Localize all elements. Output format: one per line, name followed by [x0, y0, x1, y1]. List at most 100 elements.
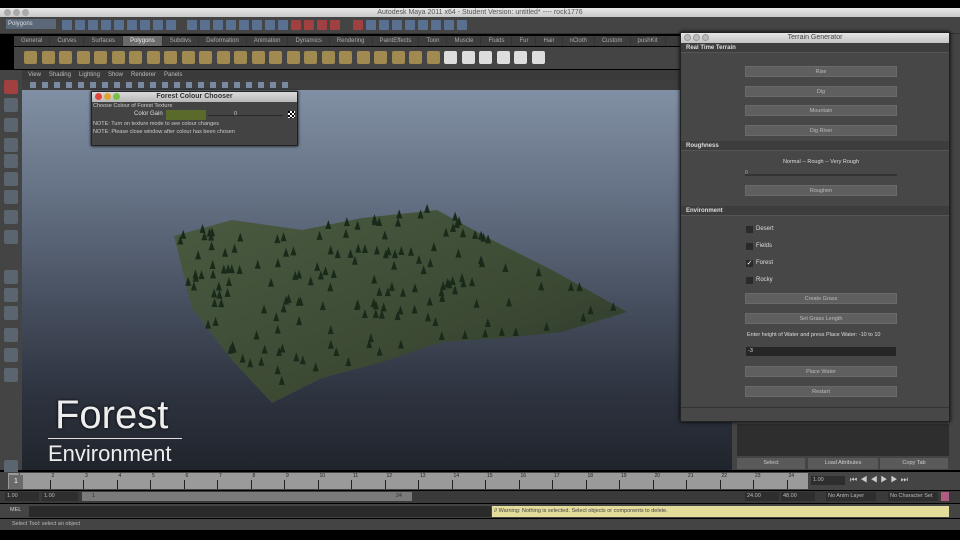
toolbar-icon[interactable]: [166, 20, 176, 30]
shelf-icon[interactable]: [286, 51, 300, 64]
tool-icon[interactable]: [4, 172, 18, 186]
shelf-icon[interactable]: [164, 51, 177, 64]
create-grass-button[interactable]: Create Grass: [745, 293, 897, 304]
shelf-icon[interactable]: [59, 51, 72, 64]
viewport-tool-icon[interactable]: [270, 82, 276, 88]
shelf-tab-custom[interactable]: Custom: [595, 36, 631, 46]
shelf-icon[interactable]: [496, 51, 510, 64]
shelf-tab-toon[interactable]: Toon: [419, 36, 448, 46]
zoom-icon[interactable]: [22, 9, 29, 16]
water-height-input[interactable]: -3: [746, 347, 896, 356]
toolbar-icon[interactable]: [418, 20, 428, 30]
minimize-icon[interactable]: [13, 9, 20, 16]
toolbar-icon[interactable]: [213, 20, 223, 30]
shelf-icon[interactable]: [111, 51, 125, 64]
minimize-icon[interactable]: [693, 34, 700, 41]
shelf-tab-ncloth[interactable]: nCloth: [563, 36, 595, 46]
shelf-icon[interactable]: [374, 51, 387, 64]
toolbar-icon[interactable]: [304, 20, 314, 30]
tool-icon[interactable]: [4, 368, 18, 382]
mel-input[interactable]: [29, 506, 491, 517]
checkbox-box[interactable]: [746, 226, 753, 233]
tool-icon[interactable]: [4, 98, 18, 112]
place-water-button[interactable]: Place Water: [745, 366, 897, 377]
range-slider[interactable]: 1 24: [82, 492, 412, 501]
shelf-icon[interactable]: [24, 51, 37, 64]
viewport-tool-icon[interactable]: [162, 82, 168, 88]
character-set-dropdown[interactable]: No Character Set: [888, 492, 938, 501]
tool-icon[interactable]: [4, 288, 18, 302]
viewport-menu-panels[interactable]: Panels: [164, 70, 182, 80]
shelf-icon[interactable]: [356, 51, 370, 64]
tool-icon[interactable]: [4, 270, 18, 284]
shelf-icon[interactable]: [531, 51, 545, 64]
toolbar-icon[interactable]: [405, 20, 415, 30]
toolbar-icon[interactable]: [353, 20, 363, 30]
viewport-tool-icon[interactable]: [234, 82, 240, 88]
shelf-icon[interactable]: [181, 51, 195, 64]
shelf-tab-painteffects[interactable]: PaintEffects: [373, 36, 420, 46]
toolbar-icon[interactable]: [392, 20, 402, 30]
mode-selector[interactable]: Polygons: [6, 19, 56, 29]
playback-controls[interactable]: ⏮◀◀▶▶⏭: [850, 475, 911, 485]
restart-button[interactable]: Restart: [745, 386, 897, 397]
shelf-tab-rendering[interactable]: Rendering: [330, 36, 373, 46]
minimize-icon[interactable]: [104, 93, 111, 100]
shelf-icon[interactable]: [94, 51, 107, 64]
viewport-tool-icon[interactable]: [198, 82, 204, 88]
shelf-icon[interactable]: [269, 51, 282, 64]
dig-button[interactable]: Dig: [745, 86, 897, 97]
viewport-tool-icon[interactable]: [210, 82, 216, 88]
shelf-tab-fur[interactable]: Fur: [512, 36, 537, 46]
viewport-tool-icon[interactable]: [78, 82, 84, 88]
viewport-menu-renderer[interactable]: Renderer: [131, 70, 156, 80]
tool-icon[interactable]: [4, 154, 18, 168]
shelf-icon[interactable]: [426, 51, 440, 64]
shelf-icon[interactable]: [321, 51, 335, 64]
close-icon[interactable]: [684, 34, 691, 41]
playback-start-field[interactable]: 1.00: [42, 492, 78, 501]
shelf-tab-hair[interactable]: Hair: [536, 36, 563, 46]
viewport-tool-icon[interactable]: [114, 82, 120, 88]
checkbox-desert[interactable]: Desert: [746, 226, 774, 233]
toolbar-icon[interactable]: [226, 20, 236, 30]
toolbar-icon[interactable]: [291, 20, 301, 30]
toolbar-icon[interactable]: [127, 20, 137, 30]
shelf-tab-fluids[interactable]: Fluids: [481, 36, 513, 46]
toolbar-icon[interactable]: [366, 20, 376, 30]
viewport-tool-icon[interactable]: [150, 82, 156, 88]
end-time-field[interactable]: 48.00: [781, 492, 815, 501]
zoom-icon[interactable]: [113, 93, 120, 100]
shelf-icon[interactable]: [339, 51, 352, 64]
shelf-tab-muscle[interactable]: Muscle: [447, 36, 482, 46]
copy-tab-button[interactable]: Copy Tab: [880, 458, 948, 469]
current-time-field[interactable]: 1.00: [811, 476, 845, 485]
toolbar-icon[interactable]: [431, 20, 441, 30]
viewport-menu-view[interactable]: View: [28, 70, 41, 80]
shelf-icon[interactable]: [461, 51, 475, 64]
zoom-icon[interactable]: [702, 34, 709, 41]
toolbar-icon[interactable]: [88, 20, 98, 30]
toolbar-icon[interactable]: [379, 20, 389, 30]
set-grass-length-button[interactable]: Set Grass Length: [745, 313, 897, 324]
viewport-menu-shading[interactable]: Shading: [49, 70, 71, 80]
checkbox-box[interactable]: ✓: [746, 260, 753, 267]
section-environment[interactable]: Environment: [681, 206, 949, 216]
tool-icon[interactable]: [4, 306, 18, 320]
tool-icon[interactable]: [4, 80, 18, 94]
viewport-tool-icon[interactable]: [258, 82, 264, 88]
viewport-tool-icon[interactable]: [54, 82, 60, 88]
viewport-tool-icon[interactable]: [42, 82, 48, 88]
dig-river-button[interactable]: Dig River: [745, 125, 897, 136]
auto-key-icon[interactable]: [941, 492, 949, 501]
toolbar-icon[interactable]: [101, 20, 111, 30]
section-roughness[interactable]: Roughness: [681, 141, 949, 151]
viewport-tool-icon[interactable]: [126, 82, 132, 88]
tool-icon[interactable]: [4, 230, 18, 244]
shelf-icon[interactable]: [251, 51, 265, 64]
viewport-tool-icon[interactable]: [138, 82, 144, 88]
shelf-icon[interactable]: [76, 51, 90, 64]
viewport-tool-icon[interactable]: [246, 82, 252, 88]
toolbar-icon[interactable]: [187, 20, 197, 30]
viewport-tool-icon[interactable]: [186, 82, 192, 88]
